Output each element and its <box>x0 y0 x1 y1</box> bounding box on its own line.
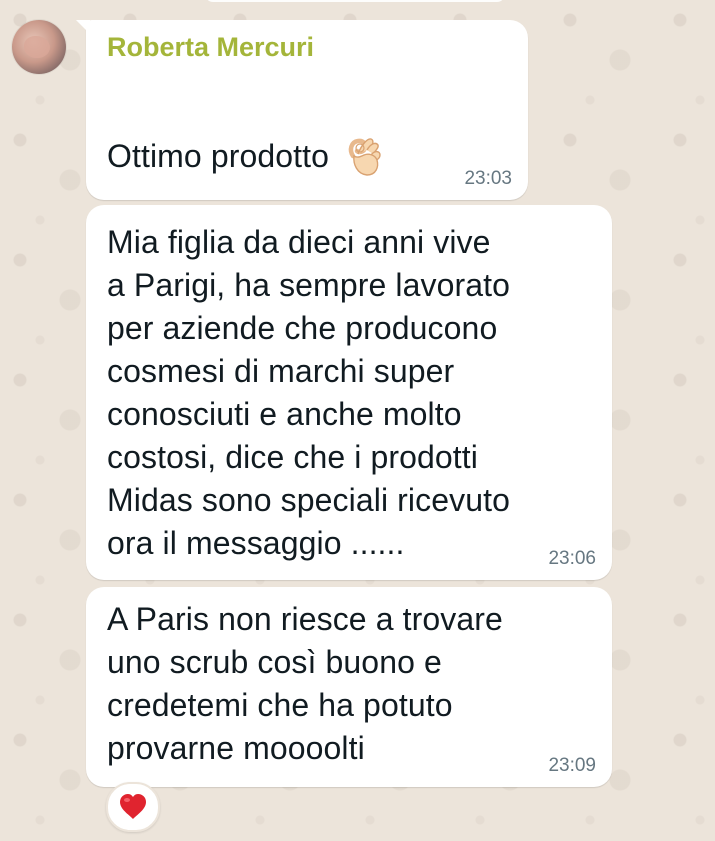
message-bubble[interactable]: Mia figlia da dieci anni vive a Parigi, … <box>86 205 612 580</box>
message-line: Mia figlia da dieci anni vive <box>107 224 491 260</box>
sender-avatar[interactable] <box>12 20 66 74</box>
message-line: Ottimo prodotto <box>107 137 330 174</box>
previous-message-edge <box>205 0 505 2</box>
message-text: Mia figlia da dieci anni vive a Parigi, … <box>107 221 510 565</box>
message-line: A Paris non riesce a trovare <box>107 601 503 637</box>
message-line: uno scrub così buono e <box>107 644 442 680</box>
ok-hand-emoji-icon <box>348 138 381 176</box>
message-line: credetemi che ha potuto <box>107 687 453 723</box>
sender-name[interactable]: Roberta Mercuri <box>107 32 314 63</box>
message-line: provarne moooolti <box>107 730 365 766</box>
red-heart-icon <box>120 794 146 819</box>
message-line: conosciuti e anche molto <box>107 396 462 432</box>
message-bubble[interactable]: A Paris non riesce a trovare uno scrub c… <box>86 587 612 787</box>
message-timestamp: 23:06 <box>548 548 596 569</box>
message-line: costosi, dice che i prodotti <box>107 439 478 475</box>
message-text: A Paris non riesce a trovare uno scrub c… <box>107 598 503 770</box>
message-line: a Parigi, ha sempre lavorato <box>107 267 511 303</box>
message-timestamp: 23:09 <box>548 755 596 776</box>
avatar-photo <box>24 36 50 58</box>
message-line: Midas sono speciali ricevuto <box>107 482 510 518</box>
message-reaction[interactable] <box>106 782 160 832</box>
message-line: ora il messaggio ...... <box>107 525 405 561</box>
message-bubble[interactable]: Roberta Mercuri Ottimo prodotto 23:03 <box>76 20 528 200</box>
message-timestamp: 23:03 <box>464 168 512 189</box>
message-line: cosmesi di marchi super <box>107 353 455 389</box>
message-line: per aziende che producono <box>107 310 498 346</box>
message-text: Ottimo prodotto <box>107 134 385 178</box>
bubble-tail <box>76 20 90 34</box>
